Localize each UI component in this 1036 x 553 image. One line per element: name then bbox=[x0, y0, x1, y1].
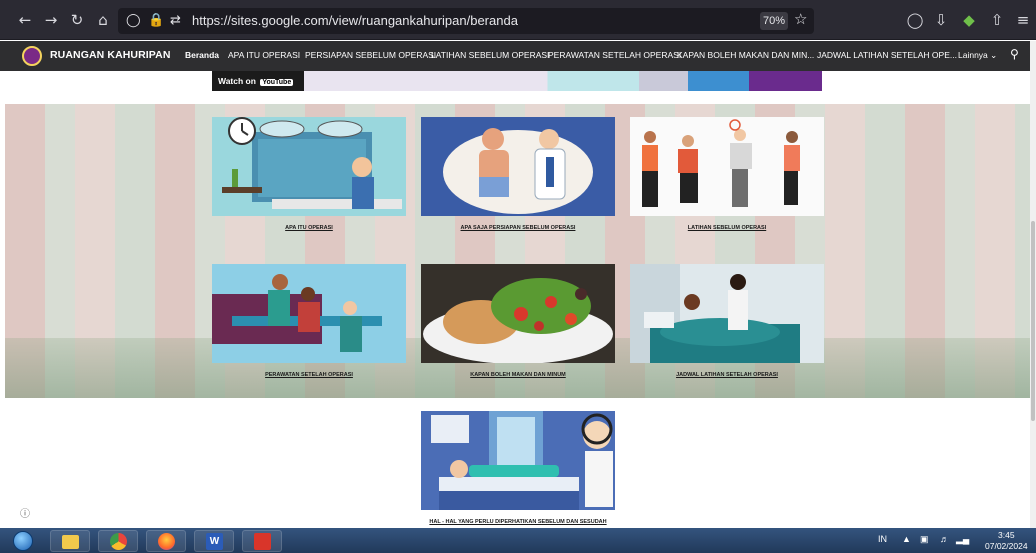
card-latihan-sebelum-operasi[interactable]: LATIHAN SEBELUM OPERASI bbox=[630, 117, 824, 231]
search-icon[interactable]: ⚲ bbox=[1010, 47, 1019, 61]
clock-date: 07/02/2024 bbox=[985, 541, 1028, 551]
nav-apa-itu-operasi[interactable]: APA ITU OPERASI bbox=[228, 50, 300, 60]
share-icon[interactable]: ⇧ bbox=[986, 9, 1008, 31]
browser-toolbar: ← → ↻ ⌂ ◯ 🔒 ⇄ https://sites.google.com/v… bbox=[0, 0, 1036, 40]
lock-icon[interactable]: 🔒 bbox=[148, 11, 164, 31]
word-icon[interactable]: W bbox=[194, 530, 234, 552]
salad-food-photo[interactable] bbox=[421, 264, 615, 363]
stretching-exercise-illustration[interactable] bbox=[630, 117, 824, 216]
card-persiapan-sebelum-operasi[interactable]: APA SAJA PERSIAPAN SEBELUM OPERASI bbox=[421, 117, 615, 231]
youtube-logo-icon: YouTube bbox=[260, 79, 294, 86]
site-navigation: RUANGAN KAHURIPAN Beranda APA ITU OPERAS… bbox=[0, 41, 1030, 71]
system-clock[interactable]: 3:45 07/02/2024 bbox=[985, 530, 1028, 552]
volume-icon[interactable]: ♬ bbox=[940, 534, 949, 544]
nav-lainnya[interactable]: Lainnya ⌄ bbox=[958, 50, 997, 61]
physiotherapy-illustration[interactable] bbox=[212, 264, 406, 363]
doctor-consultation-illustration[interactable] bbox=[421, 117, 615, 216]
shield-icon[interactable]: ◯ bbox=[126, 11, 141, 31]
salad-food-icon bbox=[421, 264, 615, 363]
nav-perawatan-setelah-operasi[interactable]: PERAWATAN SETELAH OPERASI bbox=[548, 50, 681, 60]
card-caption[interactable]: JADWAL LATIHAN SETELAH OPERASI bbox=[630, 372, 824, 378]
site-name[interactable]: RUANGAN KAHURIPAN bbox=[50, 49, 171, 61]
card-hal-yang-perlu-diperhatikan[interactable]: HAL - HAL YANG PERLU DIPERHATIKAN SEBELU… bbox=[421, 411, 615, 525]
extension-icon[interactable]: ◆ bbox=[958, 9, 980, 31]
operating-room-illustration[interactable] bbox=[212, 117, 406, 216]
card-jadwal-latihan[interactable]: JADWAL LATIHAN SETELAH OPERASI bbox=[630, 264, 824, 378]
firefox-icon[interactable] bbox=[146, 530, 186, 552]
chevron-down-icon: ⌄ bbox=[990, 50, 998, 60]
forward-icon[interactable]: → bbox=[40, 9, 62, 31]
physiotherapy-icon bbox=[212, 264, 406, 363]
card-kapan-boleh-makan[interactable]: KAPAN BOLEH MAKAN DAN MINUM bbox=[421, 264, 615, 378]
windows-start-icon[interactable] bbox=[4, 528, 42, 553]
back-icon[interactable]: ← bbox=[14, 9, 36, 31]
url-text[interactable]: https://sites.google.com/view/ruangankah… bbox=[192, 13, 518, 28]
zoom-level[interactable]: 70% bbox=[760, 12, 788, 30]
permissions-icon[interactable]: ⇄ bbox=[170, 11, 181, 31]
windows-taskbar: W IN ▲ ▣ ♬ ▂▄ 3:45 07/02/2024 bbox=[0, 528, 1036, 553]
clock-time: 3:45 bbox=[998, 530, 1015, 540]
watch-on-youtube-button[interactable]: Watch on YouTube bbox=[212, 71, 304, 91]
patient-bed-doctor-icon bbox=[421, 411, 615, 510]
card-caption[interactable]: KAPAN BOLEH MAKAN DAN MINUM bbox=[421, 372, 615, 378]
scrollbar-thumb[interactable] bbox=[1031, 221, 1035, 421]
pocket-icon[interactable]: ◯ bbox=[904, 9, 926, 31]
nav-beranda[interactable]: Beranda bbox=[185, 50, 219, 60]
card-caption[interactable]: HAL - HAL YANG PERLU DIPERHATIKAN SEBELU… bbox=[421, 519, 615, 525]
reload-icon[interactable]: ↻ bbox=[66, 9, 88, 31]
url-bar[interactable]: ◯ 🔒 ⇄ https://sites.google.com/view/ruan… bbox=[118, 8, 814, 34]
language-indicator[interactable]: IN bbox=[878, 534, 887, 544]
card-perawatan-setelah-operasi[interactable]: PERAWATAN SETELAH OPERASI bbox=[212, 264, 406, 378]
patient-bed-doctor-illustration[interactable] bbox=[421, 411, 615, 510]
tray-arrow-icon[interactable]: ▲ bbox=[902, 534, 911, 544]
watch-on-label: Watch on bbox=[218, 76, 256, 86]
stretching-exercise-icon bbox=[630, 117, 824, 216]
doctor-consultation-icon bbox=[421, 117, 615, 216]
download-icon[interactable]: ⇩ bbox=[930, 9, 952, 31]
page-content: Watch on YouTube APA ITU OPERASI APA SAJ… bbox=[0, 71, 1030, 528]
card-caption[interactable]: LATIHAN SEBELUM OPERASI bbox=[630, 225, 824, 231]
card-caption[interactable]: APA SAJA PERSIAPAN SEBELUM OPERASI bbox=[421, 225, 615, 231]
nav-kapan-boleh-makan[interactable]: KAPAN BOLEH MAKAN DAN MIN... bbox=[677, 50, 814, 60]
patient-in-bed-photo[interactable] bbox=[630, 264, 824, 363]
menu-icon[interactable]: ≡ bbox=[1012, 9, 1034, 31]
home-icon[interactable]: ⌂ bbox=[92, 9, 114, 31]
file-explorer-icon[interactable] bbox=[50, 530, 90, 552]
adobe-reader-icon[interactable] bbox=[242, 530, 282, 552]
card-caption[interactable]: APA ITU OPERASI bbox=[212, 225, 406, 231]
nav-persiapan-sebelum-operasi[interactable]: PERSIAPAN SEBELUM OPERASI bbox=[305, 50, 436, 60]
card-caption[interactable]: PERAWATAN SETELAH OPERASI bbox=[212, 372, 406, 378]
card-apa-itu-operasi[interactable]: APA ITU OPERASI bbox=[212, 117, 406, 231]
operating-room-icon bbox=[212, 117, 406, 216]
nav-latihan-sebelum-operasi[interactable]: LATIHAN SEBELUM OPERASI bbox=[431, 50, 549, 60]
chrome-icon[interactable] bbox=[98, 530, 138, 552]
bookmark-star-icon[interactable]: ☆ bbox=[794, 10, 807, 28]
network-icon[interactable]: ▣ bbox=[920, 534, 929, 545]
page-scrollbar[interactable] bbox=[1030, 41, 1036, 528]
nav-jadwal-latihan[interactable]: JADWAL LATIHAN SETELAH OPE... bbox=[817, 50, 957, 60]
info-icon[interactable]: ⓘ bbox=[20, 505, 30, 520]
site-logo[interactable] bbox=[22, 46, 42, 66]
patient-in-bed-icon bbox=[630, 264, 824, 363]
nav-lainnya-label: Lainnya bbox=[958, 50, 988, 60]
signal-icon[interactable]: ▂▄ bbox=[956, 534, 969, 545]
